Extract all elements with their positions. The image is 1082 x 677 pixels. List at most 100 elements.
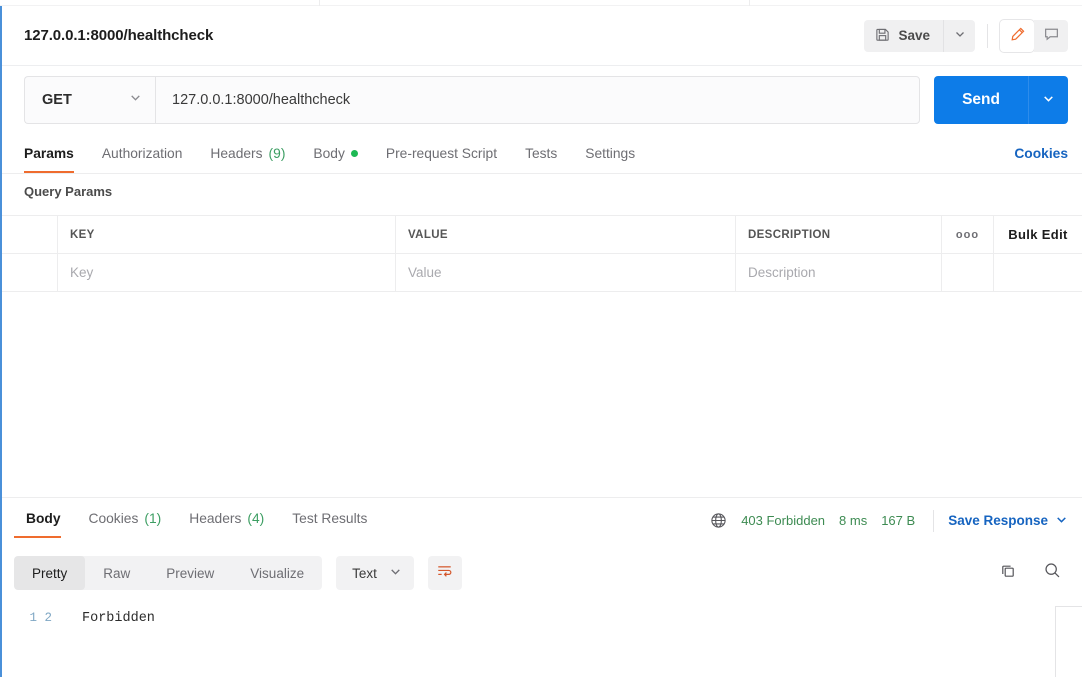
table-row[interactable]: Key Value Description (2, 254, 1082, 292)
page-title: 127.0.0.1:8000/healthcheck (24, 27, 214, 44)
floppy-disk-icon (875, 27, 890, 45)
response-tab-headers-label: Headers (189, 510, 242, 526)
cookies-link[interactable]: Cookies (1014, 133, 1068, 173)
chevron-down-icon (1055, 513, 1068, 529)
status-divider (933, 509, 935, 532)
header-description: DESCRIPTION (736, 216, 942, 253)
response-format-select[interactable]: Text (336, 556, 414, 590)
comments-button[interactable] (1034, 19, 1068, 52)
tab-body[interactable]: Body (299, 133, 371, 173)
chevron-down-icon (954, 28, 966, 43)
header-actions: Save (864, 19, 1068, 52)
view-pretty-button[interactable]: Pretty (14, 556, 86, 590)
save-button-label: Save (898, 28, 930, 43)
request-empty-area (2, 292, 1082, 497)
response-tab-test-results-label: Test Results (292, 510, 368, 526)
view-raw-button[interactable]: Raw (85, 556, 148, 590)
save-response-label: Save Response (948, 513, 1048, 528)
edit-request-button[interactable] (1000, 19, 1034, 52)
response-tab-cookies-label: Cookies (88, 510, 139, 526)
line-number-gutter: 1 2 (2, 598, 64, 677)
save-options-button[interactable] (943, 19, 975, 52)
copy-icon (999, 562, 1017, 585)
tab-tests-label: Tests (525, 145, 558, 161)
search-icon (1043, 561, 1062, 585)
query-params-title: Query Params (24, 184, 113, 199)
response-tab-body[interactable]: Body (14, 498, 75, 538)
postman-window: 127.0.0.1:8000/healthcheck Save GET 127.… (0, 0, 1082, 677)
response-toolbar-actions (994, 559, 1066, 587)
response-status-bar: 403 Forbidden 8 ms 167 B Save Response (706, 498, 1068, 543)
save-response-button[interactable]: Save Response (948, 513, 1068, 529)
globe-icon (710, 512, 727, 529)
header-key: KEY (58, 216, 396, 253)
response-body-viewer[interactable]: 1 2 Forbidden (2, 598, 1082, 677)
header-select-all-cell (2, 216, 58, 253)
request-tabs: Params Authorization Headers (9) Body Pr… (2, 133, 1082, 174)
save-button-group: Save (864, 19, 975, 52)
chevron-down-icon (389, 565, 402, 581)
chevron-down-icon (1042, 92, 1055, 108)
response-tab-cookies[interactable]: Cookies (1) (75, 498, 176, 538)
response-tab-test-results[interactable]: Test Results (278, 498, 381, 538)
tab-params-label: Params (24, 145, 74, 161)
url-bar: GET 127.0.0.1:8000/healthcheck Send (2, 67, 1082, 133)
row-checkbox-cell[interactable] (2, 254, 58, 291)
header-divider (987, 23, 988, 48)
row-options-cell[interactable] (942, 254, 994, 291)
table-options-button[interactable]: ooo (942, 216, 994, 253)
response-size: 167 B (881, 513, 916, 528)
send-button-group: Send (934, 76, 1068, 124)
tab-body-label: Body (313, 145, 345, 161)
tab-settings[interactable]: Settings (571, 133, 649, 173)
word-wrap-icon (436, 563, 453, 584)
response-tab-cookies-count: (1) (144, 510, 162, 526)
tab-pre-request-script-label: Pre-request Script (385, 145, 498, 161)
response-tab-body-label: Body (26, 510, 61, 526)
response-time: 8 ms (839, 513, 868, 528)
tab-authorization[interactable]: Authorization (88, 133, 197, 173)
ellipsis-icon: ooo (955, 228, 980, 241)
url-input[interactable]: 127.0.0.1:8000/healthcheck (155, 76, 921, 124)
send-options-button[interactable] (1028, 76, 1068, 124)
row-value-input[interactable]: Value (396, 254, 736, 291)
tab-headers-label: Headers (210, 145, 263, 161)
response-tabs: Body Cookies (1) Headers (4) Test Result… (2, 497, 1082, 543)
response-toolbar: Pretty Raw Preview Visualize Text (2, 548, 1082, 598)
send-button[interactable]: Send (934, 76, 1028, 124)
response-tab-headers-count: (4) (247, 510, 265, 526)
bulk-edit-cell[interactable]: Bulk Edit (994, 216, 1082, 253)
tab-authorization-label: Authorization (101, 145, 183, 161)
pencil-icon (1009, 26, 1026, 46)
tab-params[interactable]: Params (24, 133, 88, 173)
tab-settings-label: Settings (585, 145, 636, 161)
body-modified-dot-icon (350, 149, 358, 157)
tab-headers[interactable]: Headers (9) (196, 133, 299, 173)
query-params-table: KEY VALUE DESCRIPTION ooo Bulk Edit Key … (2, 215, 1082, 292)
word-wrap-button[interactable] (427, 556, 462, 590)
chevron-down-icon (129, 91, 142, 109)
table-header-row: KEY VALUE DESCRIPTION ooo Bulk Edit (2, 216, 1082, 254)
response-view-switcher: Pretty Raw Preview Visualize (14, 556, 323, 590)
line-numbers: 1 2 (29, 611, 52, 625)
code-area: 1 2 Forbidden (2, 598, 1082, 677)
row-key-input[interactable]: Key (58, 254, 396, 291)
http-method-select[interactable]: GET (24, 76, 155, 124)
request-header: 127.0.0.1:8000/healthcheck Save (2, 6, 1082, 66)
tab-headers-count: (9) (268, 145, 286, 161)
tab-tests[interactable]: Tests (511, 133, 571, 173)
http-method-label: GET (42, 92, 72, 108)
row-end-cell (994, 254, 1082, 291)
response-status: 403 Forbidden (741, 513, 826, 528)
row-description-input[interactable]: Description (736, 254, 942, 291)
search-response-button[interactable] (1038, 559, 1066, 587)
save-button[interactable]: Save (864, 19, 943, 52)
view-visualize-button[interactable]: Visualize (232, 556, 322, 590)
response-right-divider-top (1055, 606, 1082, 607)
response-tab-headers[interactable]: Headers (4) (175, 498, 278, 538)
tab-pre-request-script[interactable]: Pre-request Script (372, 133, 511, 173)
copy-response-button[interactable] (994, 559, 1022, 587)
response-right-divider (1055, 606, 1056, 677)
view-preview-button[interactable]: Preview (148, 556, 232, 590)
response-format-label: Text (352, 565, 377, 581)
